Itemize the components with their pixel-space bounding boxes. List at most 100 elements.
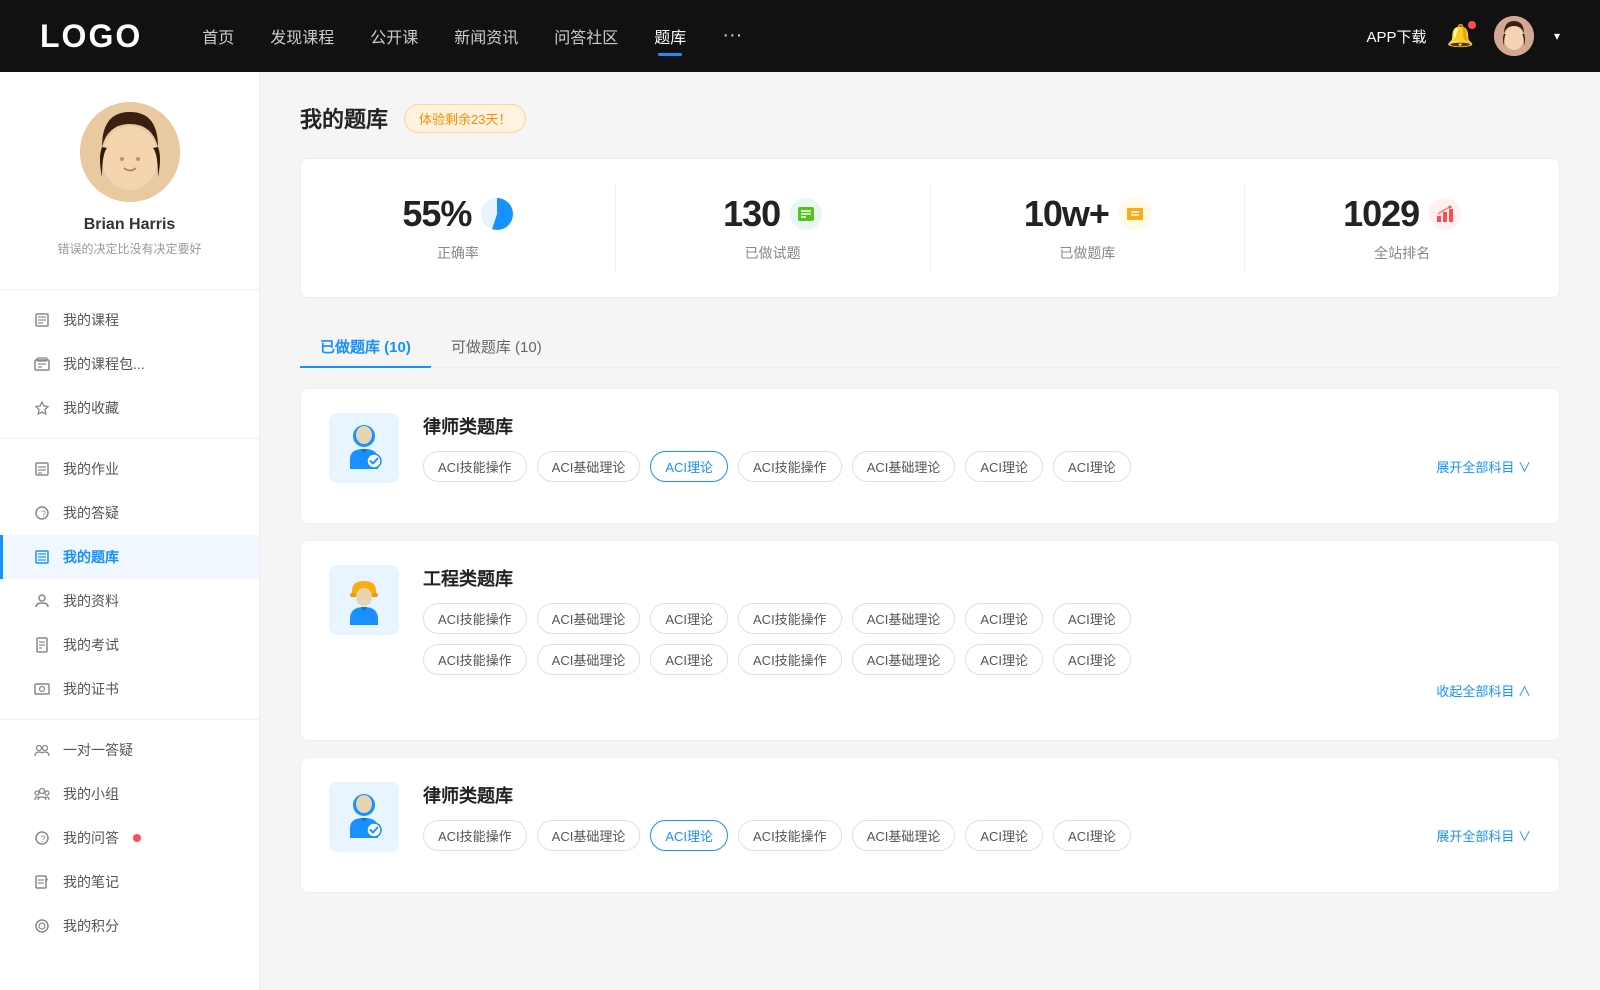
qa-label: 我的答疑 [63,503,119,523]
nav-links: 首页 发现课程 公开课 新闻资讯 问答社区 题库 ··· [202,24,1366,48]
tag-eng-11[interactable]: ACI技能操作 [738,644,842,675]
group-label: 我的小组 [63,784,119,804]
tab-done[interactable]: 已做题库 (10) [300,326,431,367]
collapse-engineer[interactable]: 收起全部科目 ∧ [1436,681,1531,700]
tag-eng-4[interactable]: ACI技能操作 [738,603,842,634]
profile-motto: 错误的决定比没有决定要好 [57,240,201,257]
ranking-icon [1429,198,1461,230]
tabs-row: 已做题库 (10) 可做题库 (10) [300,326,1560,368]
stats-row: 55% 正确率 130 已做试题 10w+ [300,158,1560,298]
tag-lawyer2-4[interactable]: ACI技能操作 [738,820,842,851]
qbank-card-engineer-header: 工程类题库 ACI技能操作 ACI基础理论 ACI理论 ACI技能操作 ACI基… [329,565,1531,700]
qbank-card-lawyer-2-header: 律师类题库 ACI技能操作 ACI基础理论 ACI理论 ACI技能操作 ACI基… [329,782,1531,852]
stat-ranking-top: 1029 [1343,193,1461,235]
tag-lawyer2-2[interactable]: ACI基础理论 [537,820,641,851]
profile-avatar[interactable] [80,102,180,202]
app-download-btn[interactable]: APP下载 [1367,26,1427,47]
sidebar-item-course-pkg[interactable]: 我的课程包... [0,342,259,386]
avatar[interactable] [1494,16,1534,56]
tag-lawyer2-7[interactable]: ACI理论 [1053,820,1131,851]
stat-banks-top: 10w+ [1024,193,1151,235]
sidebar-item-1v1[interactable]: 一对一答疑 [0,728,259,772]
engineer-icon [342,575,386,625]
sidebar-item-my-qa[interactable]: ? 我的问答 [0,816,259,860]
sidebar-item-qbank[interactable]: 我的题库 [0,535,259,579]
nav-open-course[interactable]: 公开课 [370,24,418,48]
tag-eng-12[interactable]: ACI基础理论 [852,644,956,675]
tag-lawyer1-4[interactable]: ACI技能操作 [738,451,842,482]
sidebar-item-homework[interactable]: 我的作业 [0,447,259,491]
stat-ranking: 1029 全站排名 [1245,183,1559,273]
qbank-icon [33,548,51,566]
tag-lawyer1-2[interactable]: ACI基础理论 [537,451,641,482]
sidebar-item-favorites[interactable]: 我的收藏 [0,386,259,430]
tag-eng-5[interactable]: ACI基础理论 [852,603,956,634]
stat-accuracy: 55% 正确率 [301,183,616,273]
avatar-dropdown[interactable]: ▾ [1554,29,1560,43]
tag-lawyer1-3[interactable]: ACI理论 [650,451,728,482]
expand-lawyer2[interactable]: 展开全部科目 ∨ [1436,826,1531,845]
tag-lawyer2-5[interactable]: ACI基础理论 [852,820,956,851]
tag-eng-2[interactable]: ACI基础理论 [537,603,641,634]
profile-name: Brian Harris [84,216,176,234]
tag-lawyer2-1[interactable]: ACI技能操作 [423,820,527,851]
exam-icon [33,636,51,654]
tag-lawyer1-7[interactable]: ACI理论 [1053,451,1131,482]
sidebar-item-notes[interactable]: 我的笔记 [0,860,259,904]
stat-banks-done: 10w+ 已做题库 [931,183,1246,273]
tag-lawyer1-6[interactable]: ACI理论 [965,451,1043,482]
tag-eng-9[interactable]: ACI基础理论 [537,644,641,675]
course-pkg-label: 我的课程包... [63,354,145,374]
tag-lawyer1-1[interactable]: ACI技能操作 [423,451,527,482]
profile-avatar-image [80,102,180,202]
sidebar-item-group[interactable]: 我的小组 [0,772,259,816]
accuracy-pie-chart [481,198,513,230]
sidebar-item-cert[interactable]: 我的证书 [0,667,259,711]
qbank-card-lawyer-2: 律师类题库 ACI技能操作 ACI基础理论 ACI理论 ACI技能操作 ACI基… [300,757,1560,893]
nav-home[interactable]: 首页 [202,24,234,48]
sidebar-item-exam[interactable]: 我的考试 [0,623,259,667]
sidebar-item-profile[interactable]: 我的资料 [0,579,259,623]
tag-eng-8[interactable]: ACI技能操作 [423,644,527,675]
stat-ranking-value: 1029 [1343,193,1419,235]
stat-accuracy-value: 55% [402,193,471,235]
tag-eng-10[interactable]: ACI理论 [650,644,728,675]
stat-accuracy-label: 正确率 [437,243,479,263]
tag-eng-13[interactable]: ACI理论 [965,644,1043,675]
qbank-title-engineer: 工程类题库 [423,565,1531,591]
notes-icon [33,873,51,891]
homework-icon [33,460,51,478]
sidebar-item-points[interactable]: 我的积分 [0,904,259,948]
nav-discover[interactable]: 发现课程 [270,24,334,48]
group-icon [33,785,51,803]
course-pkg-icon [33,355,51,373]
points-icon [33,917,51,935]
sidebar-item-my-course[interactable]: 我的课程 [0,298,259,342]
nav-qa[interactable]: 问答社区 [554,24,618,48]
cert-icon [33,680,51,698]
favorites-label: 我的收藏 [63,398,119,418]
tag-eng-3[interactable]: ACI理论 [650,603,728,634]
qbank-tags-engineer-row2: ACI技能操作 ACI基础理论 ACI理论 ACI技能操作 ACI基础理论 AC… [423,644,1531,675]
notification-bell[interactable]: 🔔 [1447,23,1474,49]
tag-eng-14[interactable]: ACI理论 [1053,644,1131,675]
lawyer-icon-2 [342,792,386,842]
sidebar-item-qa[interactable]: ? 我的答疑 [0,491,259,535]
tag-eng-6[interactable]: ACI理论 [965,603,1043,634]
tab-available[interactable]: 可做题库 (10) [431,326,562,367]
tag-lawyer1-5[interactable]: ACI基础理论 [852,451,956,482]
tag-lawyer2-3[interactable]: ACI理论 [650,820,728,851]
sidebar: Brian Harris 错误的决定比没有决定要好 我的课程 我的课程包... [0,72,260,990]
tag-eng-7[interactable]: ACI理论 [1053,603,1131,634]
my-qa-icon: ? [33,829,51,847]
points-label: 我的积分 [63,916,119,936]
stat-ranking-label: 全站排名 [1374,243,1430,263]
nav-news[interactable]: 新闻资讯 [454,24,518,48]
nav-qbank[interactable]: 题库 [654,24,686,48]
tag-lawyer2-6[interactable]: ACI理论 [965,820,1043,851]
qbank-tags-engineer-row1: ACI技能操作 ACI基础理论 ACI理论 ACI技能操作 ACI基础理论 AC… [423,603,1531,634]
expand-lawyer1[interactable]: 展开全部科目 ∨ [1436,457,1531,476]
tag-eng-1[interactable]: ACI技能操作 [423,603,527,634]
nav-more[interactable]: ··· [722,24,742,48]
sidebar-menu: 我的课程 我的课程包... 我的收藏 [0,298,259,948]
